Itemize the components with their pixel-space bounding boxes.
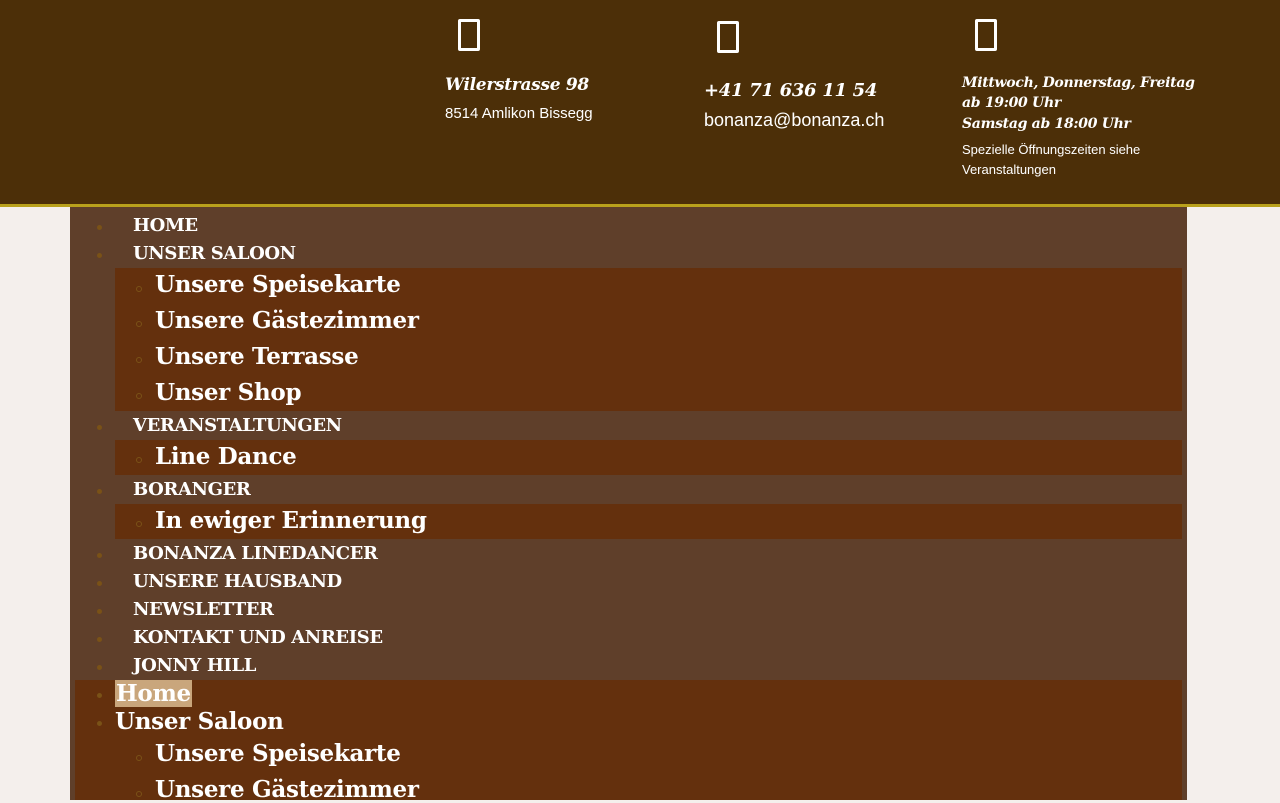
submenu-veranstaltungen: Line Dance: [115, 440, 1182, 475]
address-city: 8514 Amlikon Bissegg: [445, 105, 593, 122]
email-link[interactable]: bonanza@bonanza.ch: [704, 110, 884, 131]
map-marker-icon: [458, 19, 480, 51]
bullet: [136, 357, 142, 363]
hours-note-1: Spezielle Öffnungszeiten siehe: [962, 142, 1141, 157]
header-info-bar: Wilerstrasse 98 8514 Amlikon Bissegg +41…: [0, 0, 1280, 207]
submenu-item-gaestezimmer[interactable]: Unsere Gästezimmer: [155, 307, 419, 334]
nav-item-kontakt-und-anreise[interactable]: KONTAKT UND ANREISE: [133, 627, 383, 648]
mobile-navigation: Home Unser Saloon Unsere Speisekarte Uns…: [75, 680, 1182, 803]
bullet: [97, 581, 102, 586]
hours-line-1: Mittwoch, Donnerstag, Freitag: [962, 75, 1195, 91]
mobile-submenu-item-speisekarte[interactable]: Unsere Speisekarte: [155, 740, 401, 767]
bullet: [97, 609, 102, 614]
address-street: Wilerstrasse 98: [445, 75, 589, 95]
bullet: [136, 755, 142, 761]
bullet: [97, 253, 102, 258]
bullet: [136, 457, 142, 463]
bullet: [136, 521, 142, 527]
bullet: [136, 286, 142, 292]
nav-item-veranstaltungen[interactable]: VERANSTALTUNGEN: [133, 415, 342, 436]
bullet: [136, 321, 142, 327]
submenu-item-terrasse[interactable]: Unsere Terrasse: [155, 343, 359, 370]
nav-item-unsere-hausband[interactable]: UNSERE HAUSBAND: [133, 571, 342, 592]
bullet: [97, 693, 102, 698]
nav-item-bonanza-linedancer[interactable]: BONANZA LINEDANCER: [133, 543, 378, 564]
mobile-nav-item-unser-saloon[interactable]: Unser Saloon: [115, 708, 284, 735]
bullet: [97, 721, 102, 726]
bullet: [136, 791, 142, 797]
bullet: [97, 637, 102, 642]
nav-item-unser-saloon[interactable]: UNSER SALOON: [133, 243, 296, 264]
clock-icon: [975, 19, 997, 51]
main-navigation: HOME UNSER SALOON Unsere Speisekarte Uns…: [70, 207, 1187, 803]
submenu-item-shop[interactable]: Unser Shop: [155, 379, 302, 406]
bullet: [97, 425, 102, 430]
bullet: [97, 665, 102, 670]
bullet: [97, 489, 102, 494]
nav-item-boranger[interactable]: BORANGER: [133, 479, 251, 500]
nav-item-home[interactable]: HOME: [133, 215, 198, 236]
bullet: [136, 393, 142, 399]
submenu-item-speisekarte[interactable]: Unsere Speisekarte: [155, 271, 401, 298]
submenu-item-line-dance[interactable]: Line Dance: [155, 443, 297, 470]
mobile-nav-item-home[interactable]: Home: [115, 680, 192, 707]
submenu-saloon: Unsere Speisekarte Unsere Gästezimmer Un…: [115, 268, 1182, 411]
submenu-boranger: In ewiger Erinnerung: [115, 504, 1182, 539]
phone-number[interactable]: +41 71 636 11 54: [704, 80, 877, 101]
bullet: [97, 553, 102, 558]
submenu-item-in-ewiger-erinnerung[interactable]: In ewiger Erinnerung: [155, 507, 427, 534]
hours-line-2: ab 19:00 Uhr: [962, 95, 1061, 111]
mobile-submenu-item-gaestezimmer[interactable]: Unsere Gästezimmer: [155, 776, 419, 803]
bullet: [97, 225, 102, 230]
phone-icon: [717, 21, 739, 53]
hours-line-3: Samstag ab 18:00 Uhr: [962, 116, 1131, 132]
nav-item-jonny-hill[interactable]: JONNY HILL: [133, 655, 256, 676]
nav-item-newsletter[interactable]: NEWSLETTER: [133, 599, 274, 620]
hours-note-2: Veranstaltungen: [962, 162, 1056, 177]
